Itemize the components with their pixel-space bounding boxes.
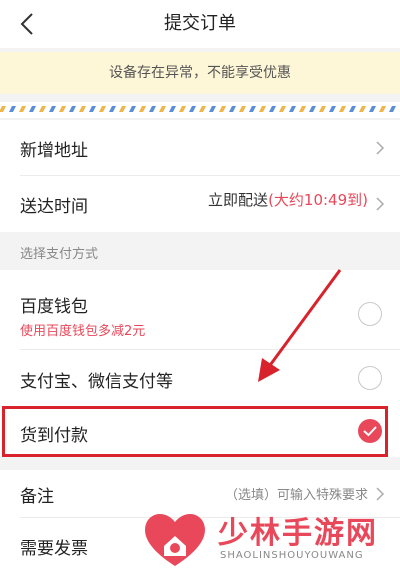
radio-unchecked-icon[interactable] xyxy=(358,302,382,326)
payment-option-label: 支付宝、微信支付等 xyxy=(20,372,173,392)
watermark-subtitle: SHAOLINSHOUYOUWANG xyxy=(220,550,364,561)
highlight-box xyxy=(2,406,388,457)
remark-label: 备注 xyxy=(20,487,54,507)
delivery-eta: (大约10:49到) xyxy=(268,191,368,209)
payment-option-baidu-wallet[interactable]: 百度钱包 使用百度钱包多减2元 xyxy=(0,270,400,350)
address-row[interactable]: 新增地址 xyxy=(0,120,400,176)
payment-option-alipay-wechat[interactable]: 支付宝、微信支付等 xyxy=(0,350,400,406)
page-title: 提交订单 xyxy=(164,13,236,34)
invoice-label: 需要发票 xyxy=(20,539,88,559)
header-bar: 提交订单 xyxy=(0,0,400,48)
envelope-stripe xyxy=(0,102,400,118)
notice-banner: 设备存在异常，不能享受优惠 xyxy=(0,52,400,94)
chevron-right-icon xyxy=(376,197,385,211)
chevron-right-icon xyxy=(376,141,385,155)
watermark-title: 少林手游网 xyxy=(218,516,378,551)
delivery-label: 送达时间 xyxy=(20,197,88,217)
delivery-mode: 立即配送 xyxy=(208,191,269,209)
payment-section-title: 选择支付方式 xyxy=(20,247,99,262)
radio-unchecked-icon[interactable] xyxy=(358,366,382,390)
delivery-value: 立即配送(大约10:49到) xyxy=(208,189,368,210)
chevron-right-icon xyxy=(376,487,385,501)
remark-placeholder: （选填）可输入特殊要求 xyxy=(224,488,368,503)
heart-logo-icon xyxy=(145,513,205,566)
payment-section-header: 选择支付方式 xyxy=(0,234,400,270)
address-label: 新增地址 xyxy=(20,141,88,161)
payment-promo-text: 使用百度钱包多减2元 xyxy=(20,324,146,339)
watermark-logo: 少林手游网 SHAOLINSHOUYOUWANG xyxy=(140,506,398,572)
payment-option-label: 百度钱包 xyxy=(20,297,88,317)
